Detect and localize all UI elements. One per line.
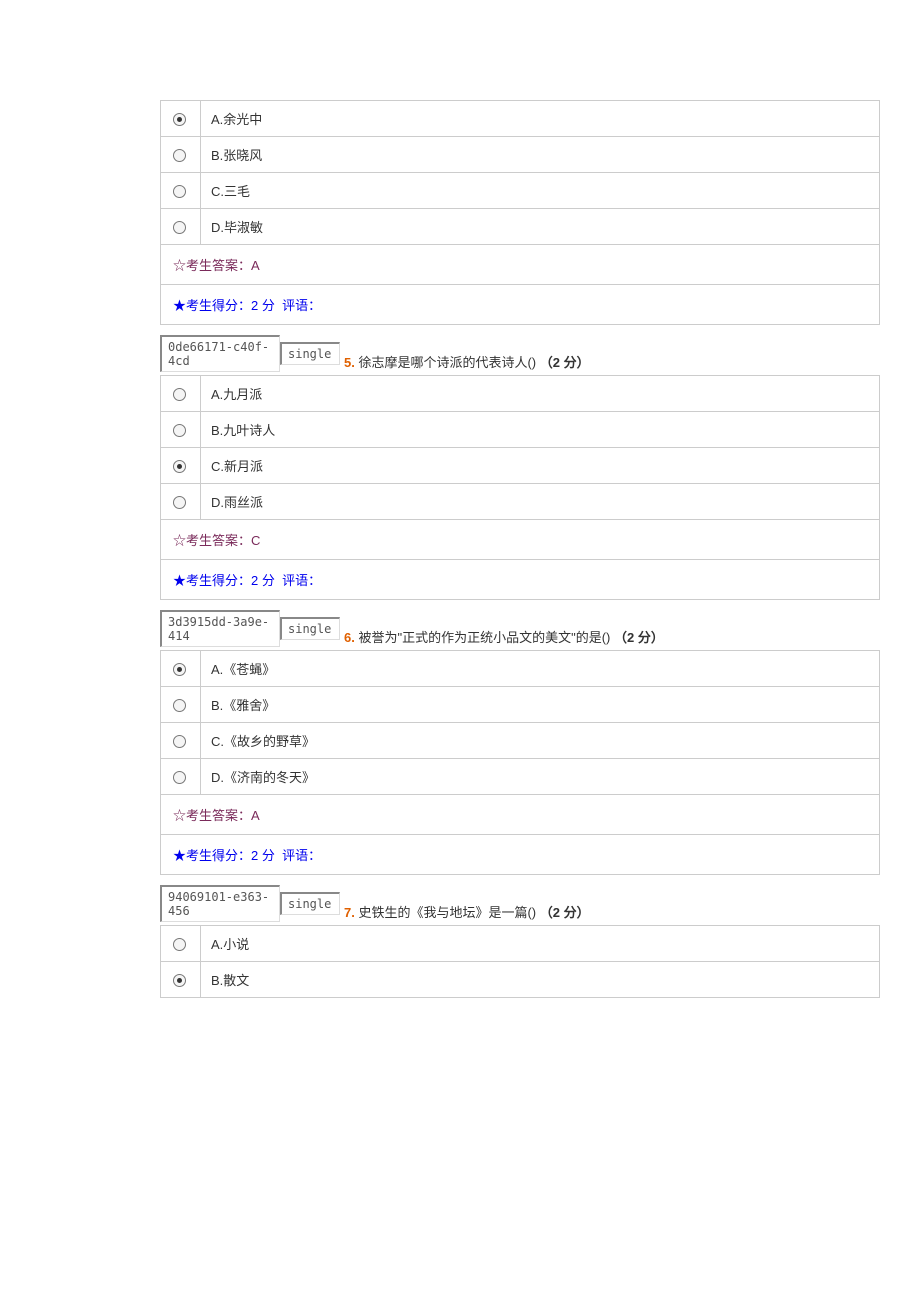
option-row[interactable]: C.新月派	[161, 448, 880, 484]
radio-icon[interactable]	[173, 496, 186, 509]
option-label: D.毕淑敏	[201, 209, 880, 245]
option-row[interactable]: B.《雅舍》	[161, 687, 880, 723]
question-type-field: single	[280, 617, 340, 640]
radio-icon[interactable]	[173, 221, 186, 234]
radio-icon[interactable]	[173, 699, 186, 712]
option-row[interactable]: A.《苍蝇》	[161, 651, 880, 687]
question-block: 0de66171-c40f-4cd single 5. 徐志摩是哪个诗派的代表诗…	[20, 335, 900, 600]
question-title: 5. 徐志摩是哪个诗派的代表诗人() （2 分）	[344, 352, 590, 371]
option-label: B.散文	[201, 962, 880, 998]
option-row[interactable]: C.三毛	[161, 173, 880, 209]
option-label: A.小说	[201, 926, 880, 962]
score-row: ★考生得分：2 分 评语：	[161, 285, 880, 325]
option-label: A.《苍蝇》	[201, 651, 880, 687]
radio-icon[interactable]	[173, 185, 186, 198]
option-label: D.《济南的冬天》	[201, 759, 880, 795]
option-label: D.雨丝派	[201, 484, 880, 520]
radio-icon[interactable]	[173, 938, 186, 951]
radio-icon[interactable]	[173, 974, 186, 987]
question-id-field: 3d3915dd-3a9e-414	[160, 610, 280, 647]
radio-icon[interactable]	[173, 460, 186, 473]
option-row[interactable]: A.余光中	[161, 101, 880, 137]
answer-row: ☆考生答案：A	[161, 795, 880, 835]
option-label: B.张晓风	[201, 137, 880, 173]
question-id-field: 0de66171-c40f-4cd	[160, 335, 280, 372]
option-row[interactable]: D.雨丝派	[161, 484, 880, 520]
question-title: 6. 被誉为"正式的作为正统小品文的美文"的是() （2 分）	[344, 627, 664, 646]
option-label: C.《故乡的野草》	[201, 723, 880, 759]
radio-icon[interactable]	[173, 113, 186, 126]
options-table: A.《苍蝇》 B.《雅舍》 C.《故乡的野草》 D.《济南的冬天》 ☆考生答案：…	[160, 650, 880, 875]
radio-icon[interactable]	[173, 663, 186, 676]
option-row[interactable]: C.《故乡的野草》	[161, 723, 880, 759]
option-row[interactable]: A.小说	[161, 926, 880, 962]
option-label: A.余光中	[201, 101, 880, 137]
radio-icon[interactable]	[173, 735, 186, 748]
question-type-field: single	[280, 892, 340, 915]
answer-row: ☆考生答案：C	[161, 520, 880, 560]
score-row: ★考生得分：2 分 评语：	[161, 560, 880, 600]
answer-row: ☆考生答案：A	[161, 245, 880, 285]
options-table: A.余光中 B.张晓风 C.三毛 D.毕淑敏 ☆考生答案：A ★考生得分：2 分…	[160, 100, 880, 325]
question-title: 7. 史铁生的《我与地坛》是一篇() （2 分）	[344, 902, 590, 921]
radio-icon[interactable]	[173, 388, 186, 401]
option-row[interactable]: D.《济南的冬天》	[161, 759, 880, 795]
option-label: B.《雅舍》	[201, 687, 880, 723]
score-row: ★考生得分：2 分 评语：	[161, 835, 880, 875]
question-id-field: 94069101-e363-456	[160, 885, 280, 922]
option-row[interactable]: B.九叶诗人	[161, 412, 880, 448]
option-row[interactable]: D.毕淑敏	[161, 209, 880, 245]
question-block: A.余光中 B.张晓风 C.三毛 D.毕淑敏 ☆考生答案：A ★考生得分：2 分…	[20, 100, 900, 325]
options-table: A.小说 B.散文	[160, 925, 880, 998]
option-label: C.新月派	[201, 448, 880, 484]
question-block: 3d3915dd-3a9e-414 single 6. 被誉为"正式的作为正统小…	[20, 610, 900, 875]
question-header: 0de66171-c40f-4cd single 5. 徐志摩是哪个诗派的代表诗…	[160, 335, 900, 372]
question-block: 94069101-e363-456 single 7. 史铁生的《我与地坛》是一…	[20, 885, 900, 998]
option-row[interactable]: B.散文	[161, 962, 880, 998]
option-label: A.九月派	[201, 376, 880, 412]
question-type-field: single	[280, 342, 340, 365]
radio-icon[interactable]	[173, 424, 186, 437]
radio-icon[interactable]	[173, 771, 186, 784]
options-table: A.九月派 B.九叶诗人 C.新月派 D.雨丝派 ☆考生答案：C ★考生得分：2…	[160, 375, 880, 600]
question-header: 94069101-e363-456 single 7. 史铁生的《我与地坛》是一…	[160, 885, 900, 922]
radio-icon[interactable]	[173, 149, 186, 162]
question-header: 3d3915dd-3a9e-414 single 6. 被誉为"正式的作为正统小…	[160, 610, 900, 647]
option-row[interactable]: B.张晓风	[161, 137, 880, 173]
option-label: C.三毛	[201, 173, 880, 209]
option-row[interactable]: A.九月派	[161, 376, 880, 412]
option-label: B.九叶诗人	[201, 412, 880, 448]
